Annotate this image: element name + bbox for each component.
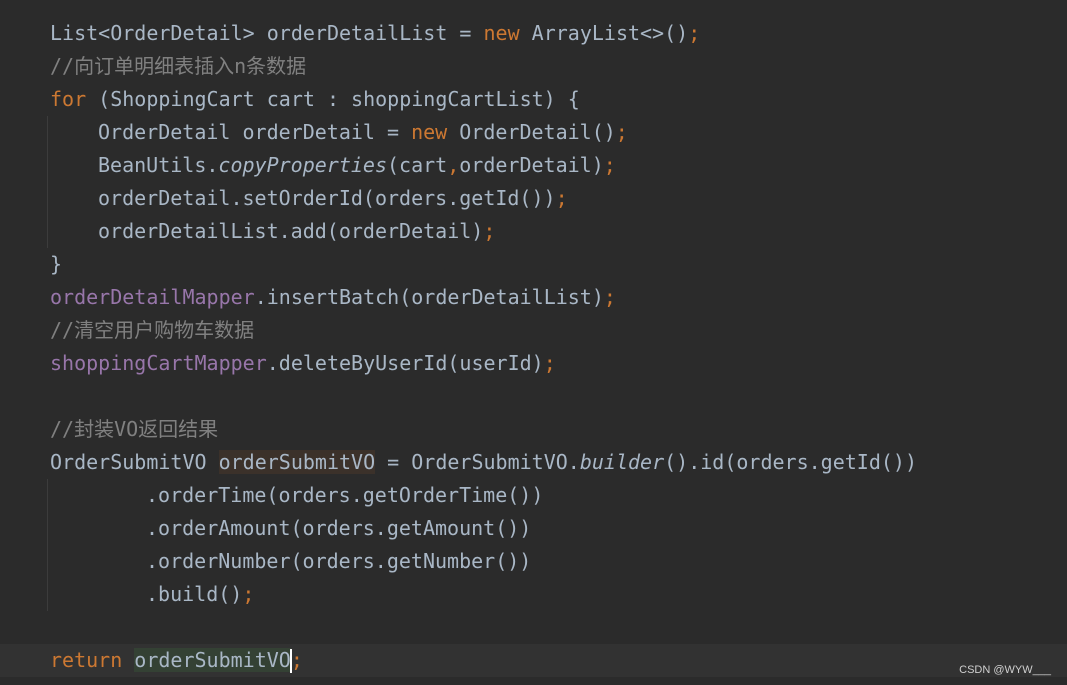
code-line-14[interactable]: .orderTime(orders.getOrderTime()) <box>146 479 543 512</box>
code-line-4[interactable]: OrderDetail orderDetail = new OrderDetai… <box>98 116 628 149</box>
code-line-16[interactable]: .orderNumber(orders.getNumber()) <box>146 545 531 578</box>
code-line-1[interactable]: List<OrderDetail> orderDetailList = new … <box>50 17 700 50</box>
code-line-8[interactable]: } <box>50 248 62 281</box>
variable-usage-highlight: orderSubmitVO <box>134 648 291 672</box>
code-line-17[interactable]: .build(); <box>146 578 254 611</box>
code-line-18[interactable]: return orderSubmitVO; <box>50 644 303 677</box>
text-caret <box>290 649 292 673</box>
code-line-15[interactable]: .orderAmount(orders.getAmount()) <box>146 512 531 545</box>
indent-guide <box>47 116 48 248</box>
watermark: CSDN @WYW___ <box>959 664 1051 676</box>
code-line-13[interactable]: OrderSubmitVO orderSubmitVO = OrderSubmi… <box>50 446 917 479</box>
code-line-11[interactable]: shoppingCartMapper.deleteByUserId(userId… <box>50 347 556 380</box>
code-line-2[interactable]: //向订单明细表插入n条数据 <box>50 50 306 83</box>
code-line-7[interactable]: orderDetailList.add(orderDetail); <box>98 215 495 248</box>
code-line-3[interactable]: for (ShoppingCart cart : shoppingCartLis… <box>50 83 580 116</box>
code-line-6[interactable]: orderDetail.setOrderId(orders.getId()); <box>98 182 568 215</box>
code-editor[interactable]: List<OrderDetail> orderDetailList = new … <box>0 0 1067 685</box>
code-line-12[interactable]: //封装VO返回结果 <box>50 413 218 446</box>
indent-guide <box>47 479 48 611</box>
code-line-10[interactable]: //清空用户购物车数据 <box>50 314 254 347</box>
code-line-5[interactable]: BeanUtils.copyProperties(cart,orderDetai… <box>98 149 616 182</box>
code-line-9[interactable]: orderDetailMapper.insertBatch(orderDetai… <box>50 281 616 314</box>
variable-usage-highlight: orderSubmitVO <box>218 450 376 474</box>
